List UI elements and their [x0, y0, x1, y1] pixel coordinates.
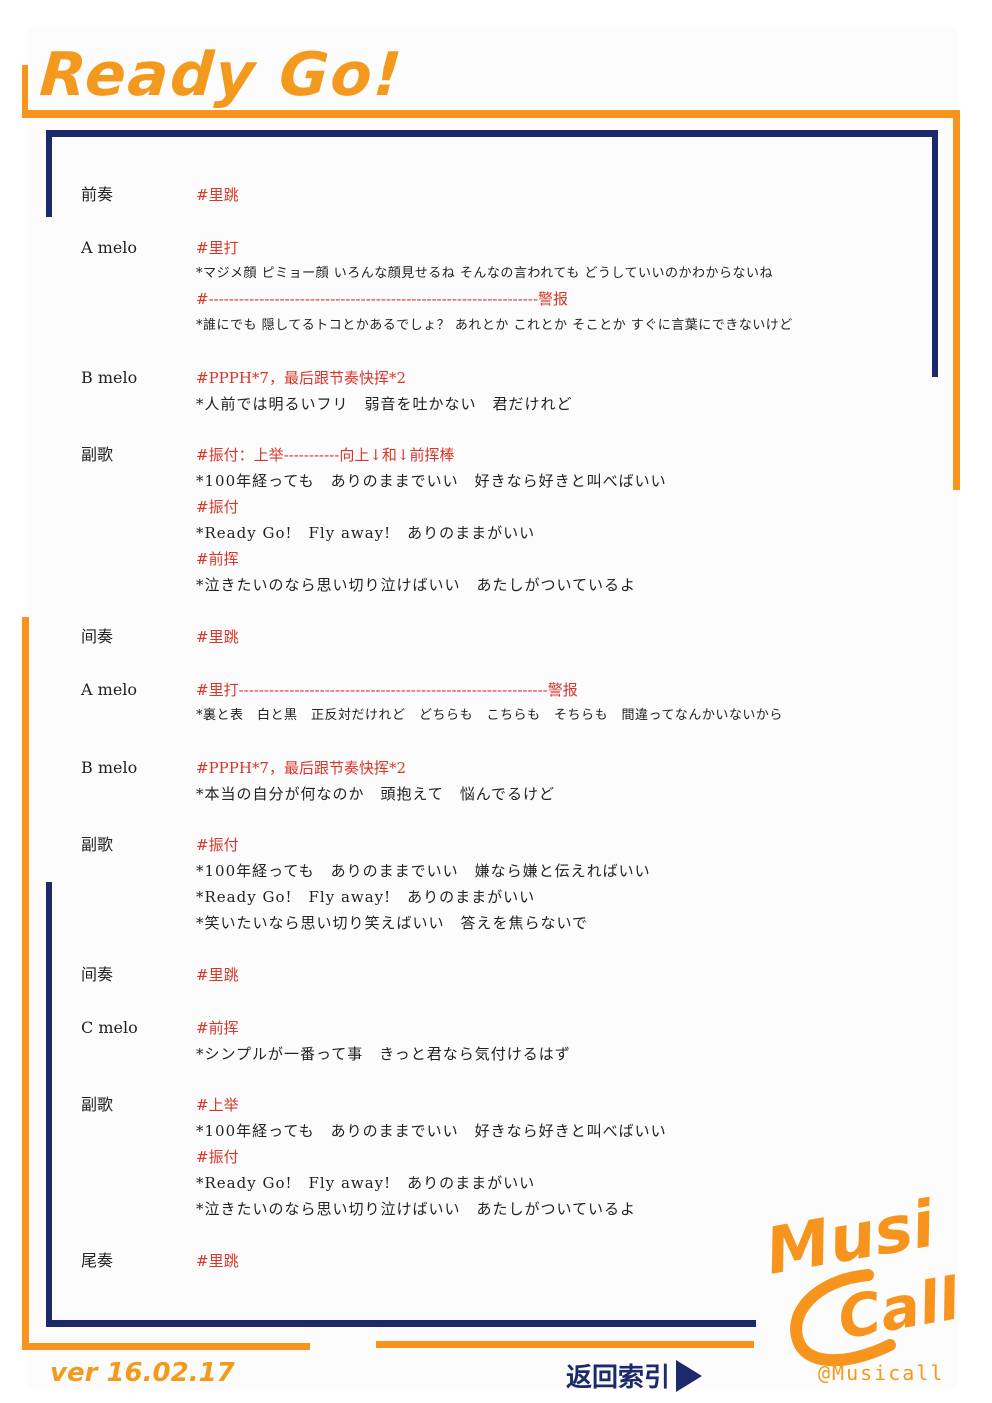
call-cue: #里打 — [196, 239, 239, 257]
call-cue: #振付 — [196, 498, 239, 516]
lyric-line: *Ready Go! Fly away! ありのままがいい — [196, 524, 536, 542]
section-label: B melo — [81, 368, 138, 387]
call-cue: #---------------------------------------… — [196, 290, 569, 308]
section-label: 间奏 — [81, 627, 114, 646]
section-label: 副歌 — [81, 445, 114, 464]
call-cue: #振付：上举-----------向上↓和↓前挥棒 — [196, 446, 455, 464]
lyric-line: *シンプルが一番って事 きっと君なら気付けるはず — [196, 1045, 571, 1063]
call-cue: #里打-------------------------------------… — [196, 681, 578, 699]
section-label: A melo — [81, 680, 138, 699]
lyric-line: *マジメ顔 ピミョー顔 いろんな顔見せるね そんなの言われても どうしていいのか… — [196, 266, 773, 281]
section-label: C melo — [81, 1018, 138, 1037]
lyric-line: *本当の自分が何なのか 頭抱えて 悩んでるけど — [196, 785, 556, 803]
call-cue: #PPPH*7，最后跟节奏快挥*2 — [196, 759, 407, 777]
lyric-line: *Ready Go! Fly away! ありのままがいい — [196, 888, 536, 906]
section-label: 副歌 — [81, 1095, 114, 1114]
section-label: 间奏 — [81, 965, 114, 984]
musicall-handle: @Musicall — [818, 1361, 945, 1385]
lyric-line: *人前では明るいフリ 弱音を吐かない 君だけれど — [196, 395, 573, 413]
lyric-line: *Ready Go! Fly away! ありのままがいい — [196, 1174, 536, 1192]
section-label: B melo — [81, 758, 138, 777]
back-to-index-link[interactable]: 返回索引 — [566, 1357, 703, 1394]
version-label: ver 16.02.17 — [50, 1358, 235, 1388]
call-cue: #里跳 — [196, 186, 239, 204]
musicall-logo: Musi Call — [760, 1187, 965, 1367]
lyric-line: *100年経っても ありのままでいい 好きなら好きと叫べばいい — [196, 1122, 667, 1140]
lyric-line: *裏と表 白と黒 正反対だけれど どちらも こちらも そちらも 間違ってなんかい… — [196, 708, 783, 723]
call-cue: #振付 — [196, 1148, 239, 1166]
call-cue: #上举 — [196, 1096, 239, 1114]
section-label: 尾奏 — [81, 1251, 114, 1270]
call-cue: #里跳 — [196, 966, 239, 984]
section-label: A melo — [81, 238, 138, 257]
lyric-line: *泣きたいのなら思い切り泣けばいい あたしがついているよ — [196, 576, 637, 594]
call-cue: #振付 — [196, 836, 239, 854]
call-cue: #PPPH*7，最后跟节奏快挥*2 — [196, 369, 407, 387]
back-to-index-label: 返回索引 — [566, 1363, 671, 1393]
lyric-line: *笑いたいなら思い切り笑えばいい 答えを焦らないで — [196, 914, 589, 932]
lyric-line: *100年経っても ありのままでいい 嫌なら嫌と伝えればいい — [196, 862, 651, 880]
call-cue: #前挥 — [196, 550, 239, 568]
play-arrow-icon — [676, 1359, 703, 1392]
lyric-line: *100年経っても ありのままでいい 好きなら好きと叫べばいい — [196, 472, 667, 490]
section-label: 前奏 — [81, 185, 114, 204]
lyric-line: *誰にでも 隠してるトコとかあるでしょ？ あれとか これとか そことか すぐに言… — [196, 318, 793, 333]
call-cue: #前挥 — [196, 1019, 239, 1037]
call-cue: #里跳 — [196, 628, 239, 646]
call-cue: #里跳 — [196, 1252, 239, 1270]
section-label: 副歌 — [81, 835, 114, 854]
lyric-line: *泣きたいのなら思い切り泣けばいい あたしがついているよ — [196, 1200, 637, 1218]
